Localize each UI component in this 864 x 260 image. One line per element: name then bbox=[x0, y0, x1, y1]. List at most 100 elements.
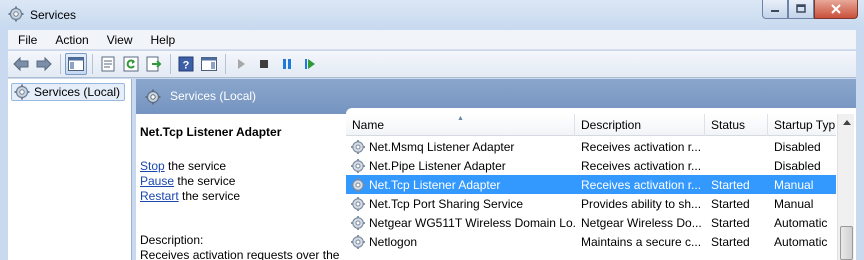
sort-ascending-icon: ▲ bbox=[457, 115, 464, 122]
show-hide-action-pane-icon bbox=[201, 57, 217, 71]
table-row[interactable]: Netgear WG511T Wireless Domain Lo... Netg… bbox=[346, 213, 836, 232]
service-startup-type: Automatic bbox=[774, 215, 828, 230]
properties-icon bbox=[101, 56, 115, 72]
column-header-startup-type[interactable]: Startup Typ bbox=[768, 114, 836, 136]
restart-action-text: the service bbox=[178, 189, 241, 203]
pane-title: Services (Local) bbox=[170, 89, 257, 103]
pause-service-button[interactable] bbox=[276, 53, 298, 75]
service-gear-icon bbox=[351, 177, 365, 192]
column-label: Startup Typ bbox=[774, 118, 836, 132]
tree-item-services-local[interactable]: Services (Local) bbox=[11, 83, 126, 101]
menu-action[interactable]: Action bbox=[45, 33, 96, 47]
service-status: Started bbox=[711, 215, 750, 230]
stop-service-button[interactable] bbox=[253, 53, 275, 75]
menu-view[interactable]: View bbox=[97, 33, 141, 47]
window-title: Services bbox=[30, 8, 77, 22]
console-tree-icon bbox=[68, 57, 84, 71]
table-row[interactable]: Net.Pipe Listener Adapter Receives activa… bbox=[346, 156, 836, 175]
title-bar: Services bbox=[0, 0, 864, 30]
service-description: Receives activation r... bbox=[581, 177, 702, 192]
help-button[interactable]: ? bbox=[175, 53, 197, 75]
table-row[interactable]: Net.Tcp Port Sharing Service Provides abi… bbox=[346, 194, 836, 213]
service-name: Net.Pipe Listener Adapter bbox=[369, 158, 506, 173]
table-row[interactable]: Net.Tcp Listener Adapter Receives activat… bbox=[346, 175, 836, 194]
export-list-icon bbox=[146, 56, 162, 72]
service-name-cell: Net.Tcp Port Sharing Service bbox=[346, 196, 575, 212]
menu-help[interactable]: Help bbox=[141, 33, 184, 47]
service-name: Net.Tcp Listener Adapter bbox=[369, 177, 501, 192]
scroll-up-button[interactable] bbox=[838, 114, 855, 131]
services-list: Name Description Status Startup Typ ▲ Ne… bbox=[346, 108, 856, 260]
close-icon bbox=[831, 4, 841, 14]
service-description: Netgear Wireless Do... bbox=[581, 215, 702, 230]
stop-action: Stop the service bbox=[140, 159, 226, 173]
scrollbar-thumb[interactable] bbox=[840, 226, 853, 260]
properties-button[interactable] bbox=[97, 53, 119, 75]
show-hide-action-pane-button[interactable] bbox=[198, 53, 220, 75]
table-row[interactable]: Netlogon Maintains a secure c... Started Au… bbox=[346, 232, 836, 251]
play-icon bbox=[238, 59, 245, 69]
service-description: Maintains a secure c... bbox=[581, 234, 702, 249]
forward-arrow-icon bbox=[36, 56, 52, 72]
refresh-icon bbox=[123, 56, 139, 72]
service-status: Started bbox=[711, 196, 750, 211]
restart-service-link[interactable]: Restart bbox=[140, 189, 179, 203]
refresh-button[interactable] bbox=[120, 53, 142, 75]
toolbar: ? bbox=[8, 51, 856, 78]
column-header-description[interactable]: Description bbox=[575, 114, 705, 136]
details-pane: Services (Local) Net.Tcp Listener Adapte… bbox=[136, 79, 856, 260]
toolbar-separator bbox=[170, 54, 171, 74]
show-hide-console-tree-button[interactable] bbox=[65, 53, 87, 75]
pause-action: Pause the service bbox=[140, 174, 235, 188]
restore-icon bbox=[796, 4, 806, 13]
service-name: Net.Tcp Port Sharing Service bbox=[369, 196, 524, 211]
column-label: Description bbox=[581, 118, 642, 132]
restart-service-button[interactable] bbox=[299, 53, 321, 75]
minimize-icon bbox=[771, 10, 779, 12]
service-name: Netlogon bbox=[369, 234, 418, 249]
service-startup-type: Disabled bbox=[774, 139, 821, 154]
pause-icon bbox=[283, 59, 291, 69]
service-gear-icon bbox=[351, 158, 365, 173]
menu-file[interactable]: File bbox=[8, 33, 45, 47]
forward-button[interactable] bbox=[33, 53, 55, 75]
help-icon: ? bbox=[178, 56, 194, 72]
table-row[interactable]: Net.Msmq Listener Adapter Receives activa… bbox=[346, 137, 836, 156]
start-service-button[interactable] bbox=[230, 53, 252, 75]
service-name: Netgear WG511T Wireless Domain Lo... bbox=[369, 215, 575, 230]
description-text: Receives activation requests over the bbox=[140, 248, 340, 260]
list-header: Name Description Status Startup Typ ▲ bbox=[346, 114, 836, 136]
service-name-cell: Netlogon bbox=[346, 234, 575, 250]
close-button[interactable] bbox=[814, 0, 858, 19]
service-gear-icon bbox=[351, 139, 365, 154]
selected-service-name: Net.Tcp Listener Adapter bbox=[140, 125, 282, 139]
service-name-cell: Net.Msmq Listener Adapter bbox=[346, 139, 575, 155]
column-label: Status bbox=[711, 118, 746, 132]
service-name: Net.Msmq Listener Adapter bbox=[369, 139, 515, 154]
service-description: Provides ability to sh... bbox=[581, 196, 702, 211]
tree-item-label: Services (Local) bbox=[34, 85, 121, 99]
pause-action-text: the service bbox=[174, 174, 236, 188]
export-list-button[interactable] bbox=[143, 53, 165, 75]
list-rows: Net.Msmq Listener Adapter Receives activa… bbox=[346, 137, 836, 251]
minimize-button[interactable] bbox=[762, 0, 788, 19]
vertical-scrollbar[interactable] bbox=[837, 114, 854, 260]
service-name-cell: Net.Pipe Listener Adapter bbox=[346, 158, 575, 174]
column-header-status[interactable]: Status bbox=[705, 114, 768, 136]
service-status: Started bbox=[711, 177, 750, 192]
service-startup-type: Manual bbox=[774, 196, 814, 211]
pause-service-link[interactable]: Pause bbox=[140, 174, 174, 188]
service-startup-type: Automatic bbox=[774, 234, 828, 249]
service-gear-icon bbox=[351, 196, 365, 211]
column-label: Name bbox=[352, 118, 385, 132]
back-button[interactable] bbox=[10, 53, 32, 75]
services-gear-icon bbox=[145, 89, 161, 105]
toolbar-separator bbox=[225, 54, 226, 74]
service-name-cell: Netgear WG511T Wireless Domain Lo... bbox=[346, 215, 575, 231]
chevron-up-icon bbox=[842, 120, 851, 125]
stop-service-link[interactable]: Stop bbox=[140, 159, 165, 173]
maximize-button[interactable] bbox=[788, 0, 814, 19]
service-name-cell: Net.Tcp Listener Adapter bbox=[346, 177, 575, 193]
toolbar-separator bbox=[60, 54, 61, 74]
stop-icon bbox=[260, 60, 268, 68]
